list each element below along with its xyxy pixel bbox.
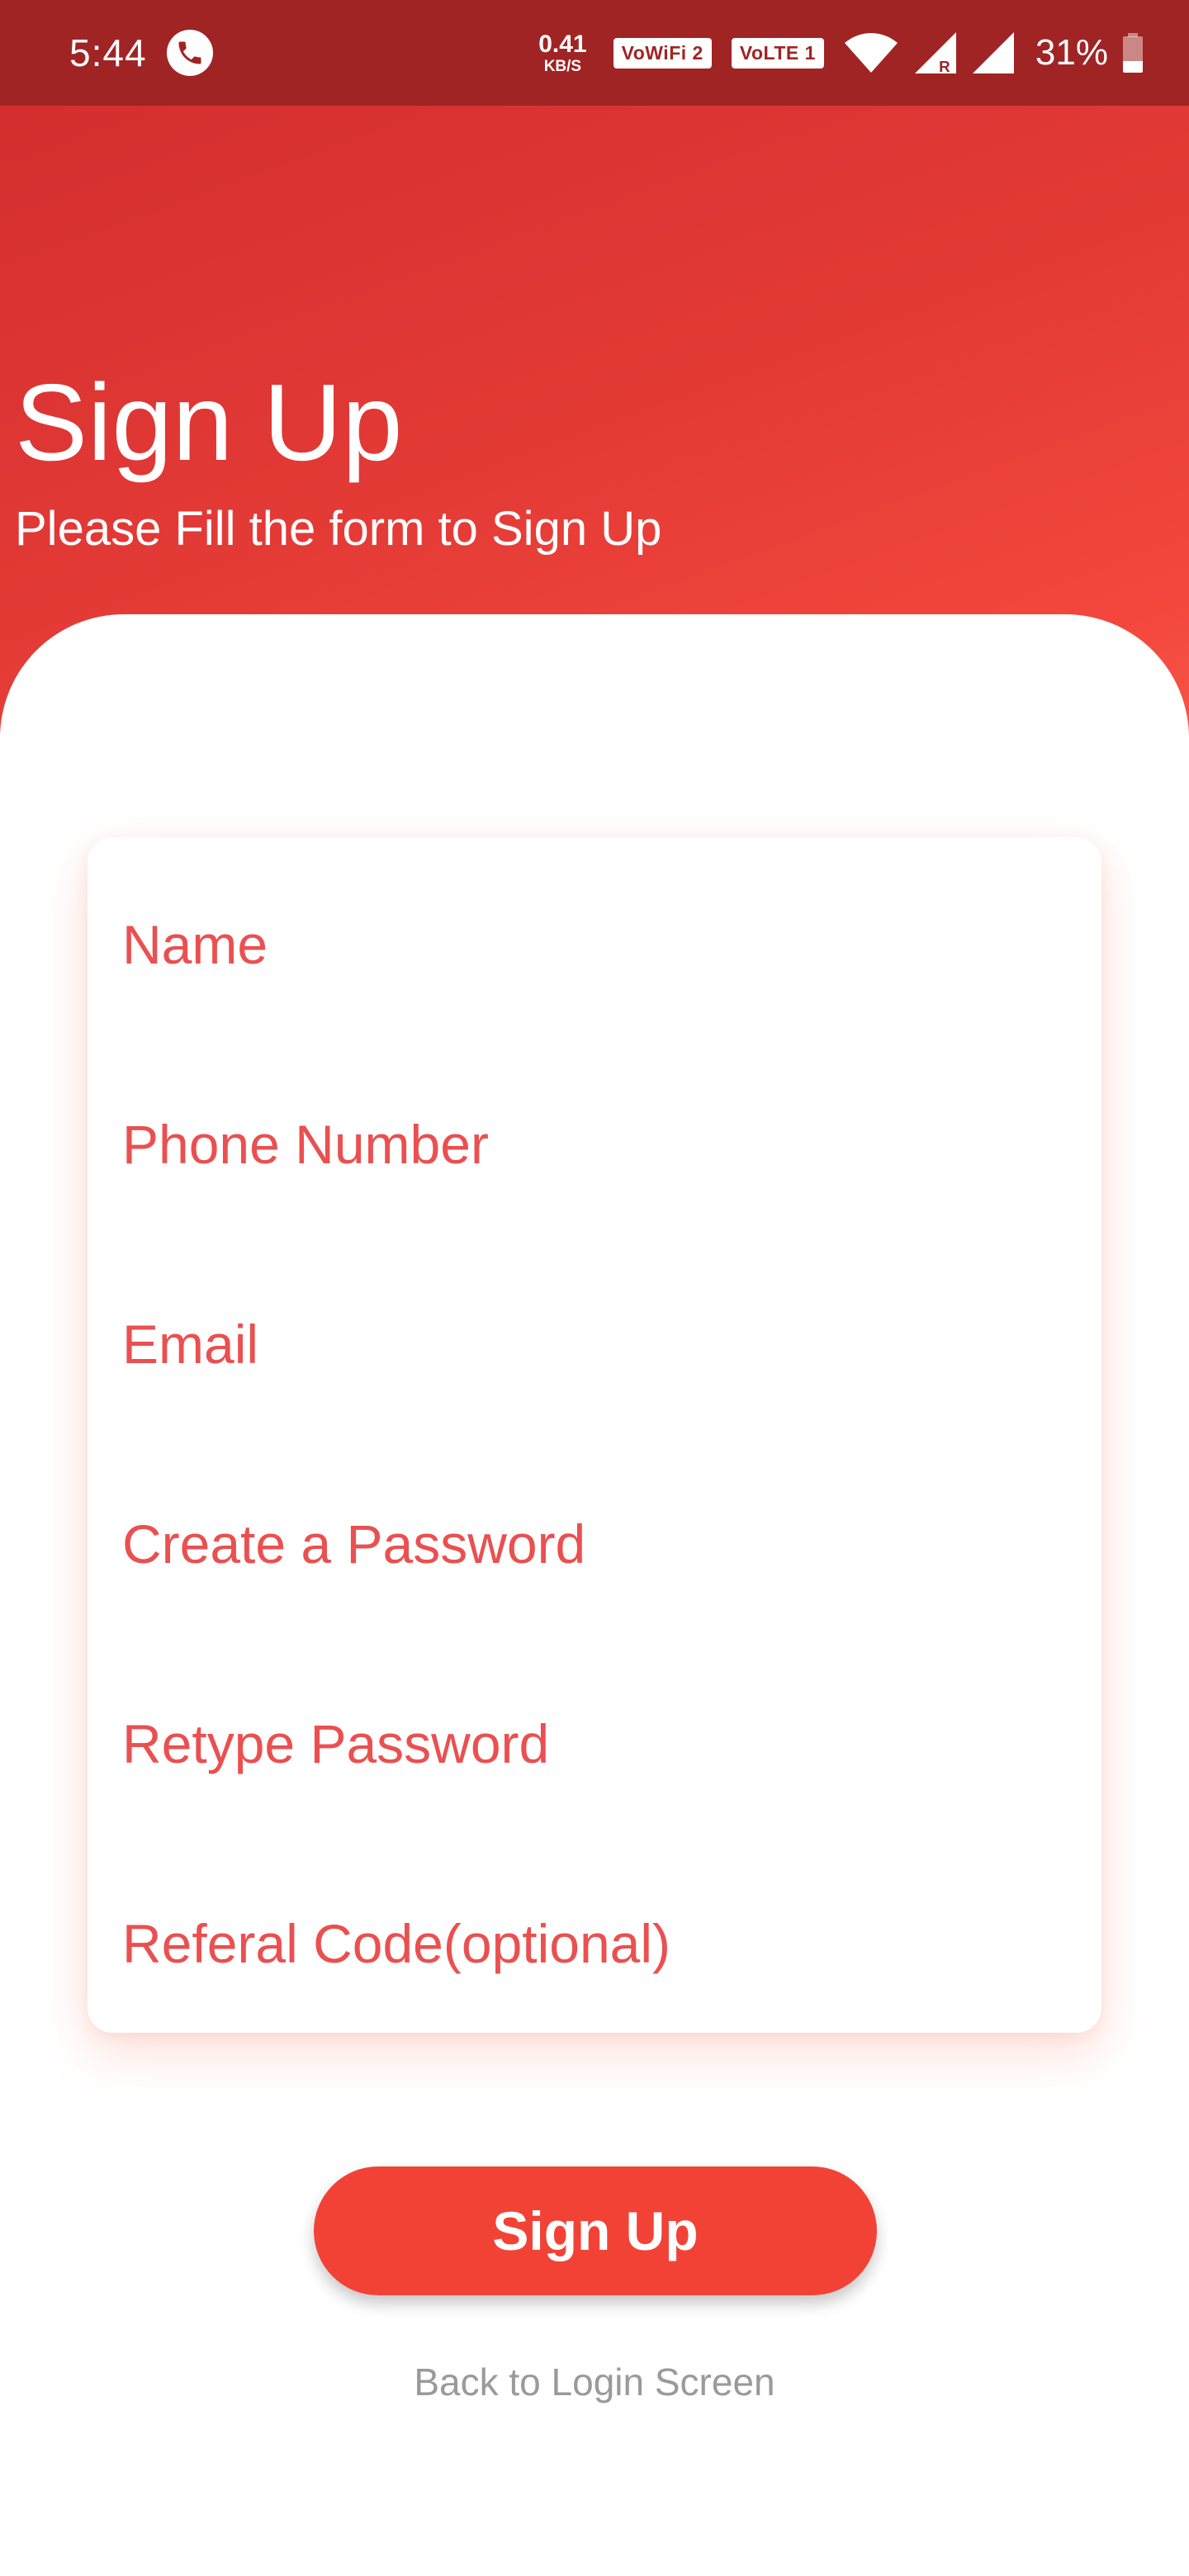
password-field[interactable] bbox=[122, 1494, 1067, 1593]
page-subtitle: Please Fill the form to Sign Up bbox=[15, 502, 662, 556]
network-speed-unit: KB/S bbox=[543, 57, 582, 75]
email-input[interactable] bbox=[122, 1295, 1067, 1394]
email-field[interactable] bbox=[122, 1295, 1067, 1394]
name-input[interactable] bbox=[122, 895, 1067, 994]
signup-button[interactable]: Sign Up bbox=[314, 2166, 877, 2295]
create-password-input[interactable] bbox=[122, 1494, 1067, 1593]
page-title: Sign Up bbox=[15, 362, 403, 483]
vowifi-badge: VoWiFi 2 bbox=[613, 37, 712, 69]
retype-password-input[interactable] bbox=[122, 1694, 1067, 1793]
battery-percent: 31% bbox=[1035, 32, 1108, 73]
status-time: 5:44 bbox=[69, 31, 147, 74]
svg-text:R: R bbox=[939, 58, 950, 73]
wifi-icon bbox=[844, 33, 898, 73]
status-icons: 0.41 KB/S VoWiFi 2 VoLTE 1 R 31% bbox=[538, 30, 1143, 75]
network-speed-value: 0.41 bbox=[538, 30, 587, 58]
phone-call-icon bbox=[166, 30, 213, 76]
phone-field[interactable] bbox=[122, 1095, 1067, 1194]
network-speed: 0.41 KB/S bbox=[538, 30, 587, 75]
signal-roaming-icon: R bbox=[914, 32, 956, 73]
signup-form-card bbox=[88, 837, 1101, 2033]
battery-icon bbox=[1123, 33, 1143, 73]
name-field[interactable] bbox=[122, 895, 1067, 994]
signal-icon bbox=[972, 32, 1014, 73]
referral-code-input[interactable] bbox=[122, 1894, 1067, 1993]
signup-screen: 5:44 0.41 KB/S VoWiFi 2 VoLTE 1 R 31% Si… bbox=[0, 0, 1189, 2576]
back-to-login-link[interactable]: Back to Login Screen bbox=[0, 2360, 1189, 2404]
volte-badge: VoLTE 1 bbox=[731, 37, 824, 69]
retype-password-field[interactable] bbox=[122, 1694, 1067, 1793]
referral-code-field[interactable] bbox=[122, 1894, 1067, 1993]
status-bar: 5:44 0.41 KB/S VoWiFi 2 VoLTE 1 R 31% bbox=[0, 0, 1189, 106]
phone-number-input[interactable] bbox=[122, 1095, 1067, 1194]
battery-level-fill bbox=[1123, 61, 1143, 73]
